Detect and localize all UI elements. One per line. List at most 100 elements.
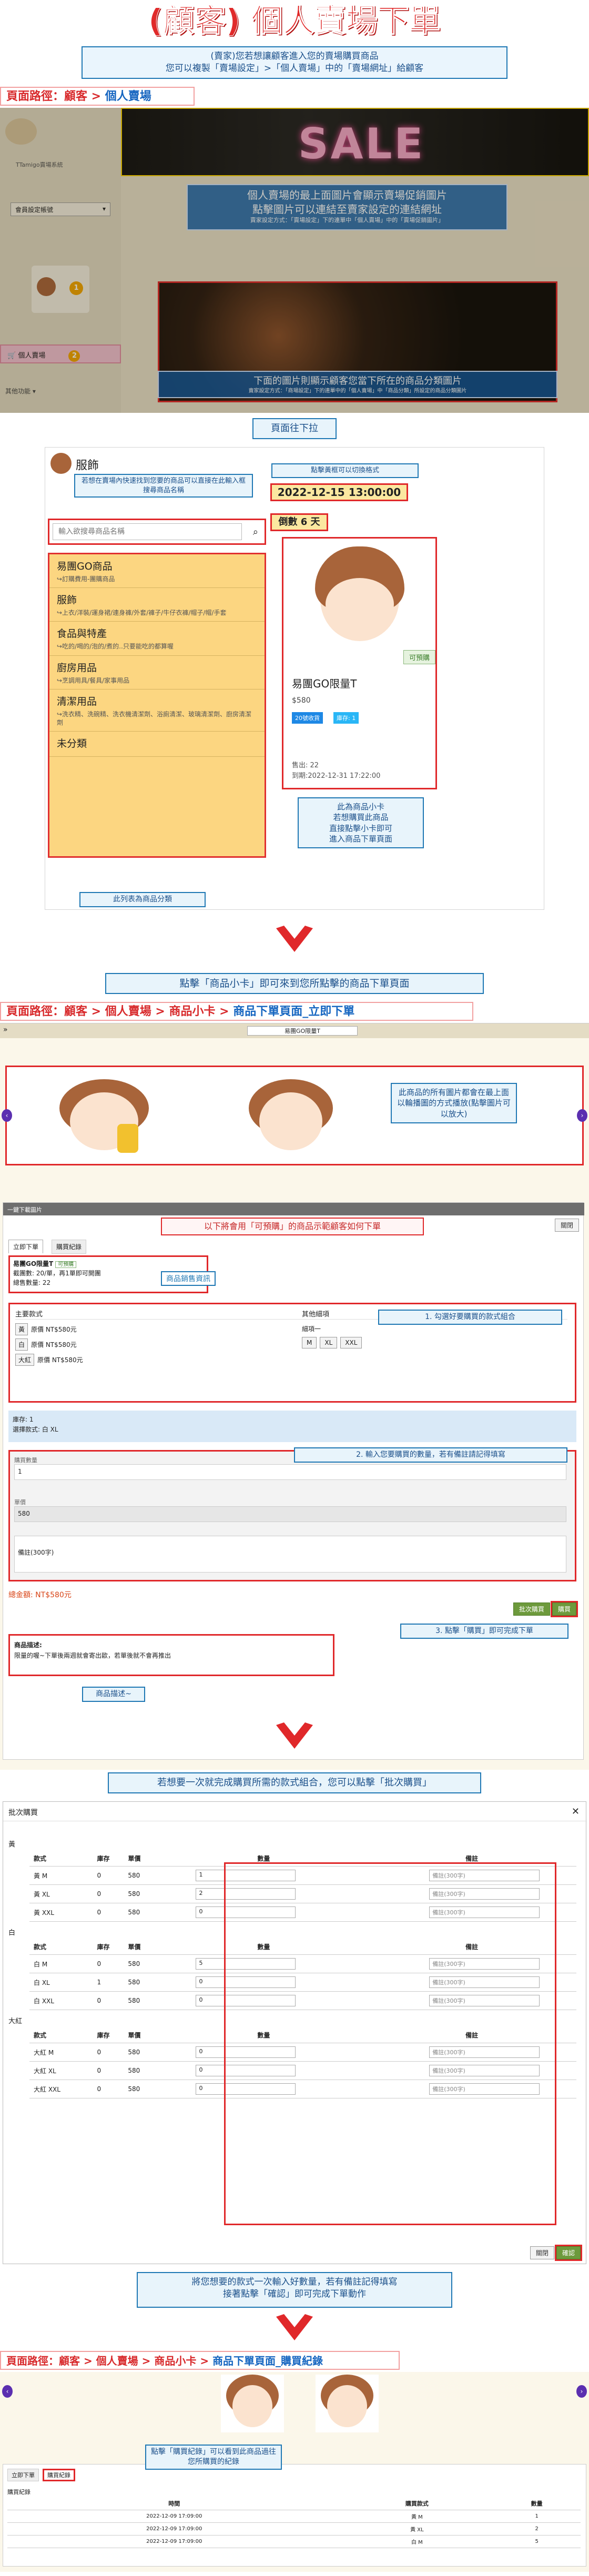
search-input[interactable]	[53, 523, 242, 540]
carousel-note: 此商品的所有圖片都會在最上面以輪播圖的方式播放(點擊圖片可以放大)	[391, 1083, 517, 1123]
deadline-toggle[interactable]: 2022-12-15 13:00:00	[270, 483, 408, 501]
batch-item: 大紅 M	[29, 2043, 93, 2062]
history-tab-order[interactable]: 立即下單	[7, 2469, 39, 2481]
image-carousel[interactable]: ‹ 此商品的所有圖片都會在最上面以輪播圖的方式播放(點擊圖片可以放大) ›	[2, 1066, 587, 1165]
tab-history[interactable]: 購買紀錄	[52, 1240, 87, 1254]
search-icon[interactable]: ⌕	[253, 526, 258, 537]
batch-item: 大紅 XXL	[29, 2080, 93, 2098]
size-subheading: 細項一	[302, 1325, 321, 1333]
category-item[interactable]: 食品與特產 ↪吃的/喝的/泡的/煮的..只要能吃的都算喔	[49, 622, 265, 656]
shipping-tag: 20號收貨	[292, 712, 323, 724]
cart-count-badge: 1	[69, 281, 83, 295]
preorder-demo-note: 以下將會用「可預購」的商品示範顧客如何下單	[161, 1218, 424, 1235]
category-desc: ↪上衣/洋裝/運身裙/連身褲/外套/褲子/牛仔衣褲/帽子/帽/手套	[57, 609, 227, 617]
category-name: 服飾	[57, 594, 77, 606]
description-note: 商品描述~	[82, 1687, 145, 1702]
batch-price: 580	[124, 2061, 160, 2080]
product-card[interactable]: 可預購 易團GO限量T $580 20號收貨 庫存: 1 售出: 22 到期:2…	[282, 537, 437, 789]
batch-stock: 0	[93, 2043, 124, 2062]
category-item[interactable]: 廚房用品 ↪烹調用具/餐具/家事用品	[49, 656, 265, 689]
batch-item: 黃 M	[29, 1866, 93, 1885]
history-prev-icon[interactable]: ‹	[2, 2385, 13, 2398]
batch-item: 大紅 XL	[29, 2061, 93, 2080]
category-item[interactable]: 易團GO商品 ↪訂購費用-團購商品	[49, 554, 265, 589]
product-price: $580	[292, 696, 311, 705]
history-style: 白 M	[341, 2535, 493, 2548]
quantity-input[interactable]: 1	[14, 1464, 566, 1480]
toggle-format-note: 點擊黃框可以切換格式	[271, 463, 419, 478]
batch-header-cell: 單價	[124, 1851, 160, 1867]
history-row: 2022-12-09 17:09:00 黃 XL 2	[7, 2522, 581, 2536]
buy-button[interactable]: 購買	[550, 1601, 578, 1617]
size-option[interactable]: XL	[320, 1337, 338, 1348]
carousel-next-icon[interactable]: ›	[577, 1109, 587, 1122]
size-option[interactable]: XXL	[340, 1337, 362, 1348]
modal-buttons: 關閉 確認	[530, 2245, 583, 2261]
carousel-image-1[interactable]	[33, 1077, 175, 1155]
history-next-icon[interactable]: ›	[576, 2385, 587, 2398]
style-option[interactable]: 大紅 原價 NT$580元	[15, 1354, 289, 1366]
style-option[interactable]: 黃原價 NT$580元	[15, 1323, 289, 1335]
category-item[interactable]: 服飾 ↪上衣/洋裝/運身裙/連身褲/外套/褲子/牛仔衣褲/帽子/帽/手套	[49, 588, 265, 622]
batch-price: 580	[124, 1973, 160, 1992]
user-avatar-card[interactable]: 1	[32, 266, 89, 313]
batch-confirm-button[interactable]: 確認	[554, 2245, 583, 2261]
category-note: 此列表為商品分類	[79, 892, 206, 907]
batch-header-cell: 庫存	[93, 2027, 124, 2043]
buy-step-note: 3. 點擊「購買」即可完成下單	[400, 1624, 568, 1639]
product-name: 易團GO限量T	[292, 677, 357, 690]
quantity-step-note: 2. 輸入您要購買的數量，若有備註請記得填寫	[294, 1447, 567, 1463]
order-panel: 一鍵下載圖片 關閉 以下將會用「可預購」的商品示範顧客如何下單 立即下單 購買紀…	[3, 1202, 584, 1760]
breadcrumb-current: 個人賣場	[105, 90, 151, 103]
modal-close-button[interactable]: 關閉	[530, 2246, 554, 2259]
style-heading: 主要款式	[15, 1311, 43, 1319]
batch-price: 580	[124, 2043, 160, 2062]
carousel-prev-icon[interactable]: ‹	[2, 1109, 12, 1122]
category-item[interactable]: 未分類	[49, 732, 265, 757]
account-dropdown[interactable]: 會員設定帳號 ▾	[11, 202, 110, 216]
tab-order[interactable]: 立即下單	[8, 1240, 44, 1253]
category-list: 易團GO商品 ↪訂購費用-團購商品服飾 ↪上衣/洋裝/運身裙/連身褲/外套/褲子/牛…	[48, 553, 266, 858]
promo-banner[interactable]: SALE	[121, 108, 589, 176]
history-table: 時間 購買款式 數量 2022-12-09 17:09:00 黃 M 1 2022-12-0…	[7, 2497, 581, 2548]
history-style: 黃 M	[341, 2510, 493, 2523]
batch-buy-button[interactable]: 批次購買	[513, 1603, 550, 1616]
countdown-badge[interactable]: 倒數 6 天	[270, 513, 328, 531]
style-step-note: 1. 勾選好要購買的款式組合	[378, 1310, 562, 1325]
sidebar-item-other[interactable]: 其他功能 ▾	[5, 387, 36, 395]
quantity-note-highlight	[224, 1862, 556, 2225]
category-item[interactable]: 清潔用品 ↪洗衣精、洗碗精、洗衣機清潔劑、浴廁清潔、玻璃清潔劑、廚房清潔劑	[49, 689, 265, 732]
search-note: 若想在賣場內快速找到您要的商品可以直接在此輸入框搜尋商品名稱	[74, 474, 253, 498]
close-button[interactable]: 關閉	[554, 1219, 579, 1232]
breadcrumb-5: 頁面路徑：顧客 > 個人賣場 > 商品小卡 > 商品下單頁面_購買紀錄	[0, 2351, 400, 2370]
batch-item: 黃 XXL	[29, 1903, 93, 1922]
sidebar-item-my-shop[interactable]: 🛒 個人賣場 2	[0, 344, 121, 363]
category-desc: ↪訂購費用-團購商品	[57, 575, 115, 583]
history-qty: 1	[493, 2510, 581, 2523]
history-tab-history[interactable]: 購買紀錄	[43, 2469, 75, 2481]
search-box[interactable]: ⌕	[48, 519, 266, 545]
modal-close-icon[interactable]: ✕	[572, 1806, 580, 1817]
total-amount: 總金額: NT$580元	[8, 1591, 72, 1599]
sold-count: 售出: 22	[292, 762, 319, 769]
sales-info-note: 商品銷售資訊	[161, 1271, 216, 1286]
size-option[interactable]: M	[302, 1337, 317, 1348]
note-field[interactable]: 備註(300字)	[14, 1536, 566, 1573]
expand-icon[interactable]: »	[3, 1026, 8, 1034]
seller-avatar	[50, 453, 72, 474]
style-option[interactable]: 白原價 NT$580元	[15, 1338, 289, 1351]
batch-stock: 0	[93, 1884, 124, 1903]
history-header-cell: 時間	[7, 2497, 341, 2510]
batch-item: 白 XL	[29, 1973, 93, 1992]
product-description: 商品描述: 限量的喔~下單後兩週就會寄出歐，若單後就不會再推出	[8, 1634, 334, 1676]
batch-header-cell: 款式	[29, 2027, 93, 2043]
style-name: 黃	[15, 1323, 28, 1335]
card-click-note: 點擊「商品小卡」即可來到您所點擊的商品下單頁面	[105, 973, 484, 994]
batch-price: 580	[124, 1954, 160, 1973]
selection-summary: 庫存: 1 選擇款式: 白 XL	[8, 1411, 576, 1442]
expiry-date: 到期:2022-12-31 17:22:00	[292, 772, 381, 780]
category-name: 清潔用品	[57, 695, 97, 707]
category-name: 廚房用品	[57, 662, 97, 674]
carousel-image-2[interactable]	[228, 1077, 359, 1155]
history-row: 2022-12-09 17:09:00 白 M5	[7, 2535, 581, 2548]
